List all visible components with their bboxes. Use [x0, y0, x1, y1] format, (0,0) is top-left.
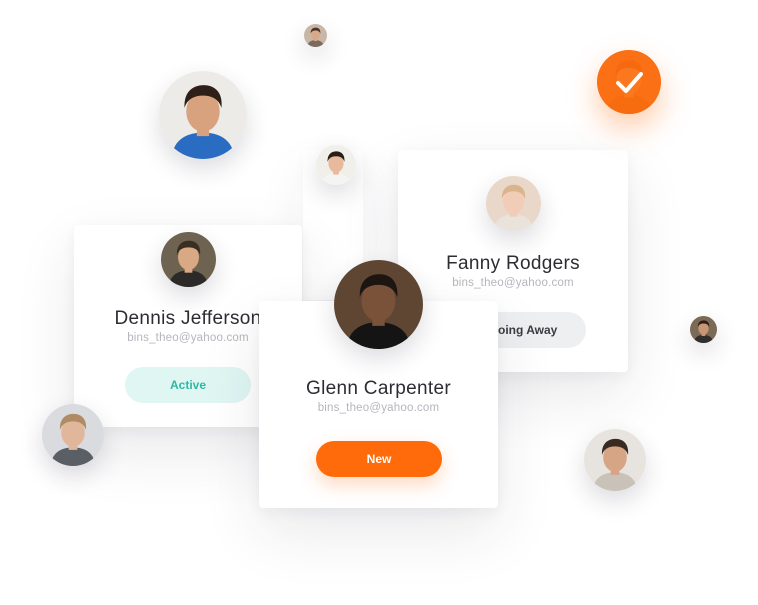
- contact-email: bins_theo@yahoo.com: [317, 402, 440, 414]
- status-button-active[interactable]: Active: [125, 367, 251, 403]
- avatar-floating[interactable]: [159, 71, 247, 159]
- avatar-floating[interactable]: [304, 24, 327, 47]
- avatar-floating[interactable]: [690, 316, 717, 343]
- status-button-new[interactable]: New: [316, 441, 442, 477]
- avatar-floating[interactable]: [584, 429, 646, 491]
- avatar-floating[interactable]: [316, 145, 356, 185]
- avatar-dennis-jefferson[interactable]: [161, 232, 216, 287]
- avatar-floating[interactable]: [42, 404, 104, 466]
- contact-email: bins_theo@yahoo.com: [452, 277, 574, 289]
- avatar-glenn-carpenter[interactable]: [334, 260, 423, 349]
- contact-name: Fanny Rodgers: [446, 253, 580, 274]
- contact-name: Glenn Carpenter: [306, 378, 451, 399]
- avatar-selected[interactable]: [597, 50, 661, 114]
- checkmark-icon: [616, 72, 643, 93]
- avatar-fanny-rodgers[interactable]: [486, 176, 541, 231]
